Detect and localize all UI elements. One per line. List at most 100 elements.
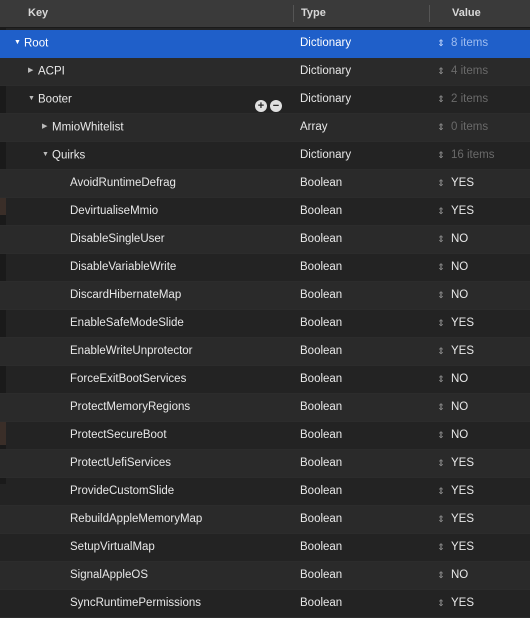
up-down-stepper-icon[interactable]: ⇕ (435, 254, 447, 281)
triangle-right-icon[interactable]: ▶ (28, 57, 38, 84)
column-header-key[interactable]: Key (28, 0, 48, 27)
plist-row[interactable]: ▶ MmioWhitelist Array ⇕ 0 items (0, 114, 530, 142)
plist-row[interactable]: EnableSafeModeSlide Boolean ⇕ YES (0, 310, 530, 338)
up-down-stepper-icon[interactable]: ⇕ (435, 590, 447, 617)
value-cell[interactable]: ⇕ 4 items (435, 58, 488, 85)
value-cell[interactable]: ⇕ 8 items (435, 30, 488, 57)
up-down-stepper-icon[interactable]: ⇕ (435, 30, 447, 57)
type-cell[interactable]: Boolean (300, 590, 342, 617)
type-cell[interactable]: Boolean (300, 310, 342, 337)
value-cell[interactable]: ⇕ 0 items (435, 114, 488, 141)
type-cell[interactable]: Dictionary (300, 30, 351, 57)
value-cell[interactable]: ⇕ YES (435, 198, 474, 225)
value-cell[interactable]: ⇕ 16 items (435, 142, 494, 169)
type-cell[interactable]: Boolean (300, 478, 342, 505)
value-cell[interactable]: ⇕ YES (435, 590, 474, 617)
up-down-stepper-icon[interactable]: ⇕ (435, 478, 447, 505)
type-cell[interactable]: Boolean (300, 226, 342, 253)
up-down-stepper-icon[interactable]: ⇕ (435, 450, 447, 477)
up-down-stepper-icon[interactable]: ⇕ (435, 338, 447, 365)
triangle-down-icon[interactable]: ▼ (14, 29, 24, 56)
up-down-stepper-icon[interactable]: ⇕ (435, 226, 447, 253)
key-cell[interactable]: ▶ ACPI (28, 58, 65, 85)
type-cell[interactable]: Boolean (300, 394, 342, 421)
add-circle-icon[interactable]: + (255, 100, 267, 112)
plist-row[interactable]: ▶ ACPI Dictionary ⇕ 4 items (0, 58, 530, 86)
key-cell[interactable]: ▶ MmioWhitelist (42, 114, 124, 141)
key-cell[interactable]: DisableSingleUser (70, 226, 165, 253)
up-down-stepper-icon[interactable]: ⇕ (435, 58, 447, 85)
plist-row[interactable]: DisableVariableWrite Boolean ⇕ NO (0, 254, 530, 282)
value-cell[interactable]: ⇕ YES (435, 478, 474, 505)
up-down-stepper-icon[interactable]: ⇕ (435, 86, 447, 113)
key-cell[interactable]: ProvideCustomSlide (70, 478, 174, 505)
plist-row[interactable]: DevirtualiseMmio Boolean ⇕ YES (0, 198, 530, 226)
key-cell[interactable]: DisableVariableWrite (70, 254, 176, 281)
value-cell[interactable]: ⇕ YES (435, 170, 474, 197)
value-cell[interactable]: ⇕ NO (435, 282, 468, 309)
value-cell[interactable]: ⇕ NO (435, 422, 468, 449)
value-cell[interactable]: ⇕ YES (435, 506, 474, 533)
type-cell[interactable]: Boolean (300, 198, 342, 225)
column-header-type[interactable]: Type (301, 0, 326, 27)
plist-row[interactable]: DiscardHibernateMap Boolean ⇕ NO (0, 282, 530, 310)
type-cell[interactable]: Boolean (300, 282, 342, 309)
plist-row[interactable]: ▼ Root Dictionary ⇕ 8 items (0, 30, 530, 58)
plist-row[interactable]: DisableSingleUser Boolean ⇕ NO (0, 226, 530, 254)
plist-row[interactable]: AvoidRuntimeDefrag Boolean ⇕ YES (0, 170, 530, 198)
up-down-stepper-icon[interactable]: ⇕ (435, 366, 447, 393)
type-cell[interactable]: Boolean (300, 422, 342, 449)
key-cell[interactable]: SignalAppleOS (70, 562, 148, 589)
value-cell[interactable]: ⇕ YES (435, 338, 474, 365)
plist-row[interactable]: ProtectUefiServices Boolean ⇕ YES (0, 450, 530, 478)
key-cell[interactable]: EnableWriteUnprotector (70, 338, 193, 365)
value-cell[interactable]: ⇕ NO (435, 254, 468, 281)
plist-row[interactable]: RebuildAppleMemoryMap Boolean ⇕ YES (0, 506, 530, 534)
key-cell[interactable]: SyncRuntimePermissions (70, 590, 201, 617)
plist-row[interactable]: ▼ Booter + − Dictionary ⇕ 2 items (0, 86, 530, 114)
value-cell[interactable]: ⇕ YES (435, 534, 474, 561)
value-cell[interactable]: ⇕ NO (435, 366, 468, 393)
type-cell[interactable]: Dictionary (300, 86, 351, 113)
type-cell[interactable]: Boolean (300, 562, 342, 589)
plist-row[interactable]: ForceExitBootServices Boolean ⇕ NO (0, 366, 530, 394)
type-cell[interactable]: Boolean (300, 534, 342, 561)
type-cell[interactable]: Boolean (300, 450, 342, 477)
up-down-stepper-icon[interactable]: ⇕ (435, 282, 447, 309)
type-cell[interactable]: Boolean (300, 338, 342, 365)
up-down-stepper-icon[interactable]: ⇕ (435, 506, 447, 533)
plist-row[interactable]: ▼ Quirks Dictionary ⇕ 16 items (0, 142, 530, 170)
up-down-stepper-icon[interactable]: ⇕ (435, 310, 447, 337)
column-divider[interactable] (293, 5, 294, 22)
type-cell[interactable]: Boolean (300, 170, 342, 197)
value-cell[interactable]: ⇕ YES (435, 310, 474, 337)
up-down-stepper-icon[interactable]: ⇕ (435, 534, 447, 561)
triangle-down-icon[interactable]: ▼ (28, 85, 38, 112)
key-cell[interactable]: DiscardHibernateMap (70, 282, 181, 309)
key-cell[interactable]: ▼ Quirks (42, 142, 85, 169)
up-down-stepper-icon[interactable]: ⇕ (435, 422, 447, 449)
key-cell[interactable]: ProtectSecureBoot (70, 422, 167, 449)
triangle-right-icon[interactable]: ▶ (42, 113, 52, 140)
key-cell[interactable]: ProtectMemoryRegions (70, 394, 190, 421)
type-cell[interactable]: Array (300, 114, 327, 141)
up-down-stepper-icon[interactable]: ⇕ (435, 394, 447, 421)
up-down-stepper-icon[interactable]: ⇕ (435, 114, 447, 141)
plist-row[interactable]: SignalAppleOS Boolean ⇕ NO (0, 562, 530, 590)
up-down-stepper-icon[interactable]: ⇕ (435, 142, 447, 169)
type-cell[interactable]: Boolean (300, 254, 342, 281)
value-cell[interactable]: ⇕ 2 items (435, 86, 488, 113)
key-cell[interactable]: ▼ Booter (28, 86, 72, 113)
up-down-stepper-icon[interactable]: ⇕ (435, 562, 447, 589)
plist-row[interactable]: ProtectMemoryRegions Boolean ⇕ NO (0, 394, 530, 422)
type-cell[interactable]: Dictionary (300, 58, 351, 85)
value-cell[interactable]: ⇕ NO (435, 562, 468, 589)
triangle-down-icon[interactable]: ▼ (42, 141, 52, 168)
type-cell[interactable]: Dictionary (300, 142, 351, 169)
key-cell[interactable]: ▼ Root (14, 30, 48, 57)
key-cell[interactable]: RebuildAppleMemoryMap (70, 506, 202, 533)
plist-row[interactable]: ProvideCustomSlide Boolean ⇕ YES (0, 478, 530, 506)
key-cell[interactable]: EnableSafeModeSlide (70, 310, 184, 337)
remove-circle-icon[interactable]: − (270, 100, 282, 112)
key-cell[interactable]: ForceExitBootServices (70, 366, 186, 393)
